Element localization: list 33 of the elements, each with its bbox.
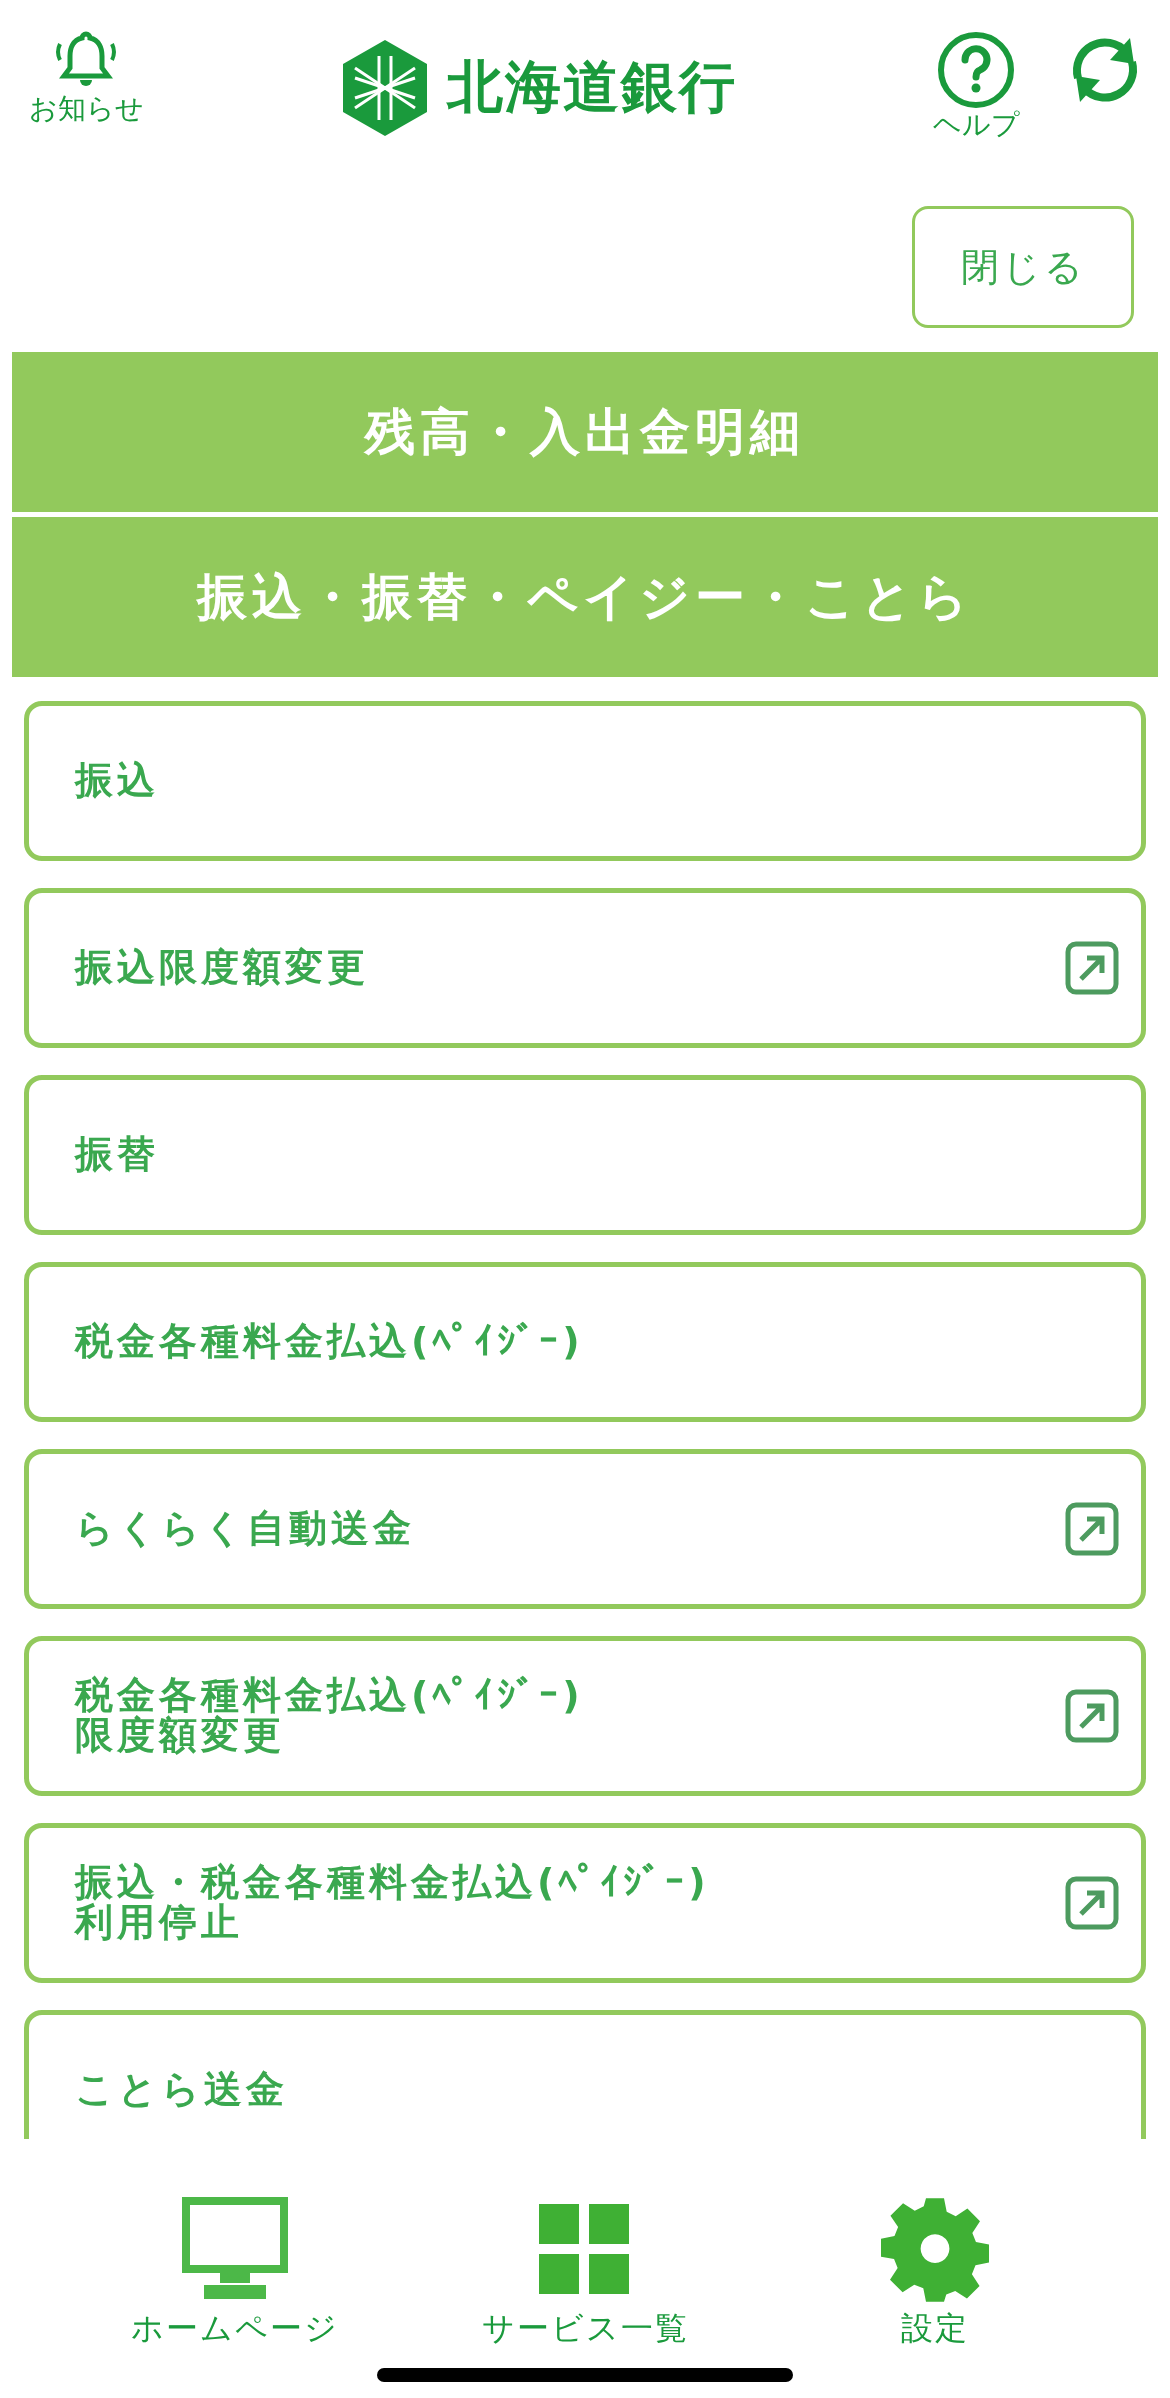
menu-item[interactable]: 振込・税金各種料金払込(ﾍﾟｲｼﾞｰ) 利用停止 (24, 1823, 1146, 1983)
menu-item-label: 振込・税金各種料金払込(ﾍﾟｲｼﾞｰ) 利用停止 (75, 1863, 710, 1943)
menu-item[interactable]: 振込限度額変更 (24, 888, 1146, 1048)
nav-label: サービス一覧 (481, 2311, 689, 2347)
menu-item[interactable]: 振込 (24, 701, 1146, 861)
menu-item-label: 税金各種料金払込(ﾍﾟｲｼﾞｰ) (75, 1322, 584, 1362)
menu-item[interactable]: らくらく自動送金 (24, 1449, 1146, 1609)
help-label: ヘルプ (932, 110, 1020, 141)
menu-item-label: 振込限度額変更 (75, 948, 369, 988)
nav-tab[interactable]: ホームページ (85, 2195, 385, 2347)
notifications-label: お知らせ (28, 94, 144, 125)
nav-label: ホームページ (131, 2311, 339, 2347)
settings-icon (881, 2196, 989, 2304)
close-button[interactable]: 閉じる (912, 206, 1134, 328)
menu-item-label: 振込 (75, 761, 159, 801)
bank-logo-text: 北海道銀行 (447, 53, 737, 121)
notifications-button[interactable]: お知らせ (26, 30, 146, 125)
menu-item-label: ことら送金 (75, 2070, 288, 2110)
grid-icon (539, 2204, 631, 2296)
nav-tab[interactable]: サービス一覧 (435, 2195, 735, 2347)
menu-item-label: 振替 (75, 1135, 159, 1175)
menu-item[interactable]: ことら送金 (24, 2010, 1146, 2139)
help-icon (936, 30, 1016, 110)
section-header[interactable]: 残高・入出金明細 (12, 352, 1158, 512)
menu-item[interactable]: 振替 (24, 1075, 1146, 1235)
nav-tab[interactable]: 設定 (785, 2195, 1085, 2347)
menu-item[interactable]: 税金各種料金払込(ﾍﾟｲｼﾞｰ) (24, 1262, 1146, 1422)
menu-item-label: 税金各種料金払込(ﾍﾟｲｼﾞｰ) 限度額変更 (75, 1676, 584, 1756)
menu-item-label: らくらく自動送金 (75, 1509, 415, 1549)
section-header[interactable]: 振込・振替・ペイジー・ことら (12, 517, 1158, 677)
help-button[interactable]: ヘルプ (926, 30, 1026, 141)
menu-item[interactable]: 税金各種料金払込(ﾍﾟｲｼﾞｰ) 限度額変更 (24, 1636, 1146, 1796)
nav-label: 設定 (901, 2311, 969, 2347)
